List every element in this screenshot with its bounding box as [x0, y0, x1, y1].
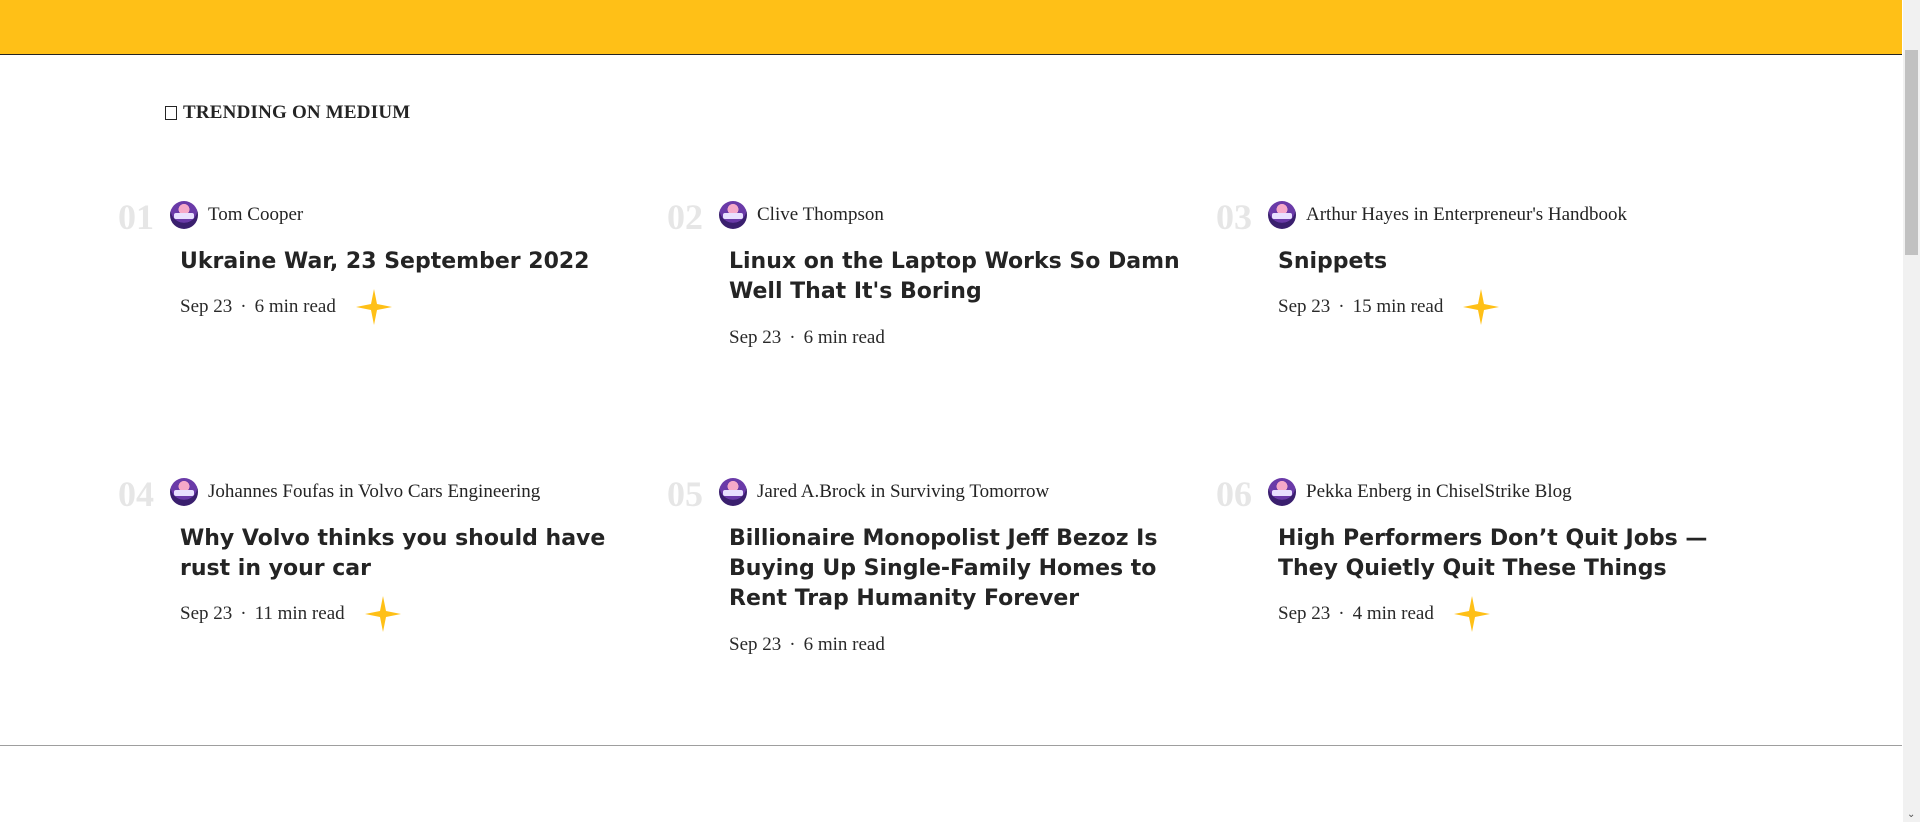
- avatar[interactable]: [719, 201, 747, 229]
- card-number: 01: [118, 197, 154, 237]
- author-name[interactable]: Arthur Hayes in Enterpreneur's Handbook: [1306, 204, 1627, 226]
- avatar[interactable]: [170, 201, 198, 229]
- article-title[interactable]: High Performers Don’t Quit Jobs — They Q…: [1278, 524, 1738, 584]
- meta-separator: ·: [1338, 603, 1345, 624]
- trending-icon: [165, 106, 177, 120]
- top-banner: [0, 0, 1902, 55]
- article-date: Sep 23: [1278, 603, 1331, 624]
- article-date: Sep 23: [729, 634, 782, 655]
- article-date: Sep 23: [729, 327, 782, 348]
- trending-header: TRENDING ON MEDIUM: [165, 102, 410, 124]
- avatar[interactable]: [719, 478, 747, 506]
- card-number: 03: [1216, 197, 1252, 237]
- author-name[interactable]: Jared A.Brock in Surviving Tomorrow: [757, 481, 1049, 503]
- author-row[interactable]: Arthur Hayes in Enterpreneur's Handbook: [1268, 201, 1627, 229]
- author-row[interactable]: Tom Cooper: [170, 201, 303, 229]
- star-icon: [364, 596, 401, 632]
- article-title[interactable]: Billionaire Monopolist Jeff Bezoz Is Buy…: [729, 524, 1189, 614]
- meta-separator: ·: [1338, 296, 1345, 317]
- article-meta: Sep 23 · 4 min read: [1278, 594, 1492, 634]
- card-number: 02: [667, 197, 703, 237]
- star-icon: [1453, 596, 1490, 632]
- meta-separator: ·: [789, 634, 796, 655]
- card-number: 06: [1216, 474, 1252, 514]
- trending-label: TRENDING ON MEDIUM: [183, 102, 411, 123]
- scroll-down-icon[interactable]: ⌄: [1907, 809, 1915, 820]
- avatar[interactable]: [1268, 201, 1296, 229]
- article-date: Sep 23: [180, 296, 233, 317]
- star-icon: [355, 289, 392, 325]
- article-read-time: 11 min read: [254, 603, 345, 624]
- author-row[interactable]: Johannes Foufas in Volvo Cars Engineerin…: [170, 478, 540, 506]
- article-read-time: 15 min read: [1352, 296, 1444, 317]
- article-meta: Sep 23 · 11 min read: [180, 594, 403, 634]
- article-date: Sep 23: [1278, 296, 1331, 317]
- author-row[interactable]: Clive Thompson: [719, 201, 884, 229]
- section-divider: [0, 745, 1902, 746]
- meta-separator: ·: [789, 327, 796, 348]
- article-date: Sep 23: [180, 603, 233, 624]
- avatar[interactable]: [170, 478, 198, 506]
- scrollbar-thumb[interactable]: [1905, 50, 1918, 255]
- article-read-time: 6 min read: [803, 327, 885, 348]
- star-icon: [1463, 289, 1500, 325]
- article-read-time: 6 min read: [803, 634, 885, 655]
- article-meta: Sep 23 · 6 min read: [729, 634, 885, 656]
- vertical-scrollbar[interactable]: ⌄: [1903, 0, 1920, 822]
- article-read-time: 4 min read: [1352, 603, 1434, 624]
- article-title[interactable]: Why Volvo thinks you should have rust in…: [180, 524, 640, 584]
- meta-separator: ·: [240, 296, 247, 317]
- article-title[interactable]: Snippets: [1278, 247, 1738, 277]
- avatar[interactable]: [1268, 478, 1296, 506]
- trending-section: TRENDING ON MEDIUM 01 Tom Cooper Ukraine…: [0, 55, 1902, 822]
- article-meta: Sep 23 · 6 min read: [729, 327, 885, 349]
- article-title[interactable]: Linux on the Laptop Works So Damn Well T…: [729, 247, 1189, 307]
- article-meta: Sep 23 · 6 min read: [180, 287, 394, 327]
- author-name[interactable]: Clive Thompson: [757, 204, 884, 226]
- author-name[interactable]: Johannes Foufas in Volvo Cars Engineerin…: [208, 481, 540, 503]
- article-read-time: 6 min read: [254, 296, 336, 317]
- meta-separator: ·: [240, 603, 247, 624]
- author-row[interactable]: Pekka Enberg in ChiselStrike Blog: [1268, 478, 1572, 506]
- author-name[interactable]: Pekka Enberg in ChiselStrike Blog: [1306, 481, 1572, 503]
- author-name[interactable]: Tom Cooper: [208, 204, 303, 226]
- card-number: 04: [118, 474, 154, 514]
- card-number: 05: [667, 474, 703, 514]
- article-meta: Sep 23 · 15 min read: [1278, 287, 1501, 327]
- article-title[interactable]: Ukraine War, 23 September 2022: [180, 247, 640, 277]
- author-row[interactable]: Jared A.Brock in Surviving Tomorrow: [719, 478, 1049, 506]
